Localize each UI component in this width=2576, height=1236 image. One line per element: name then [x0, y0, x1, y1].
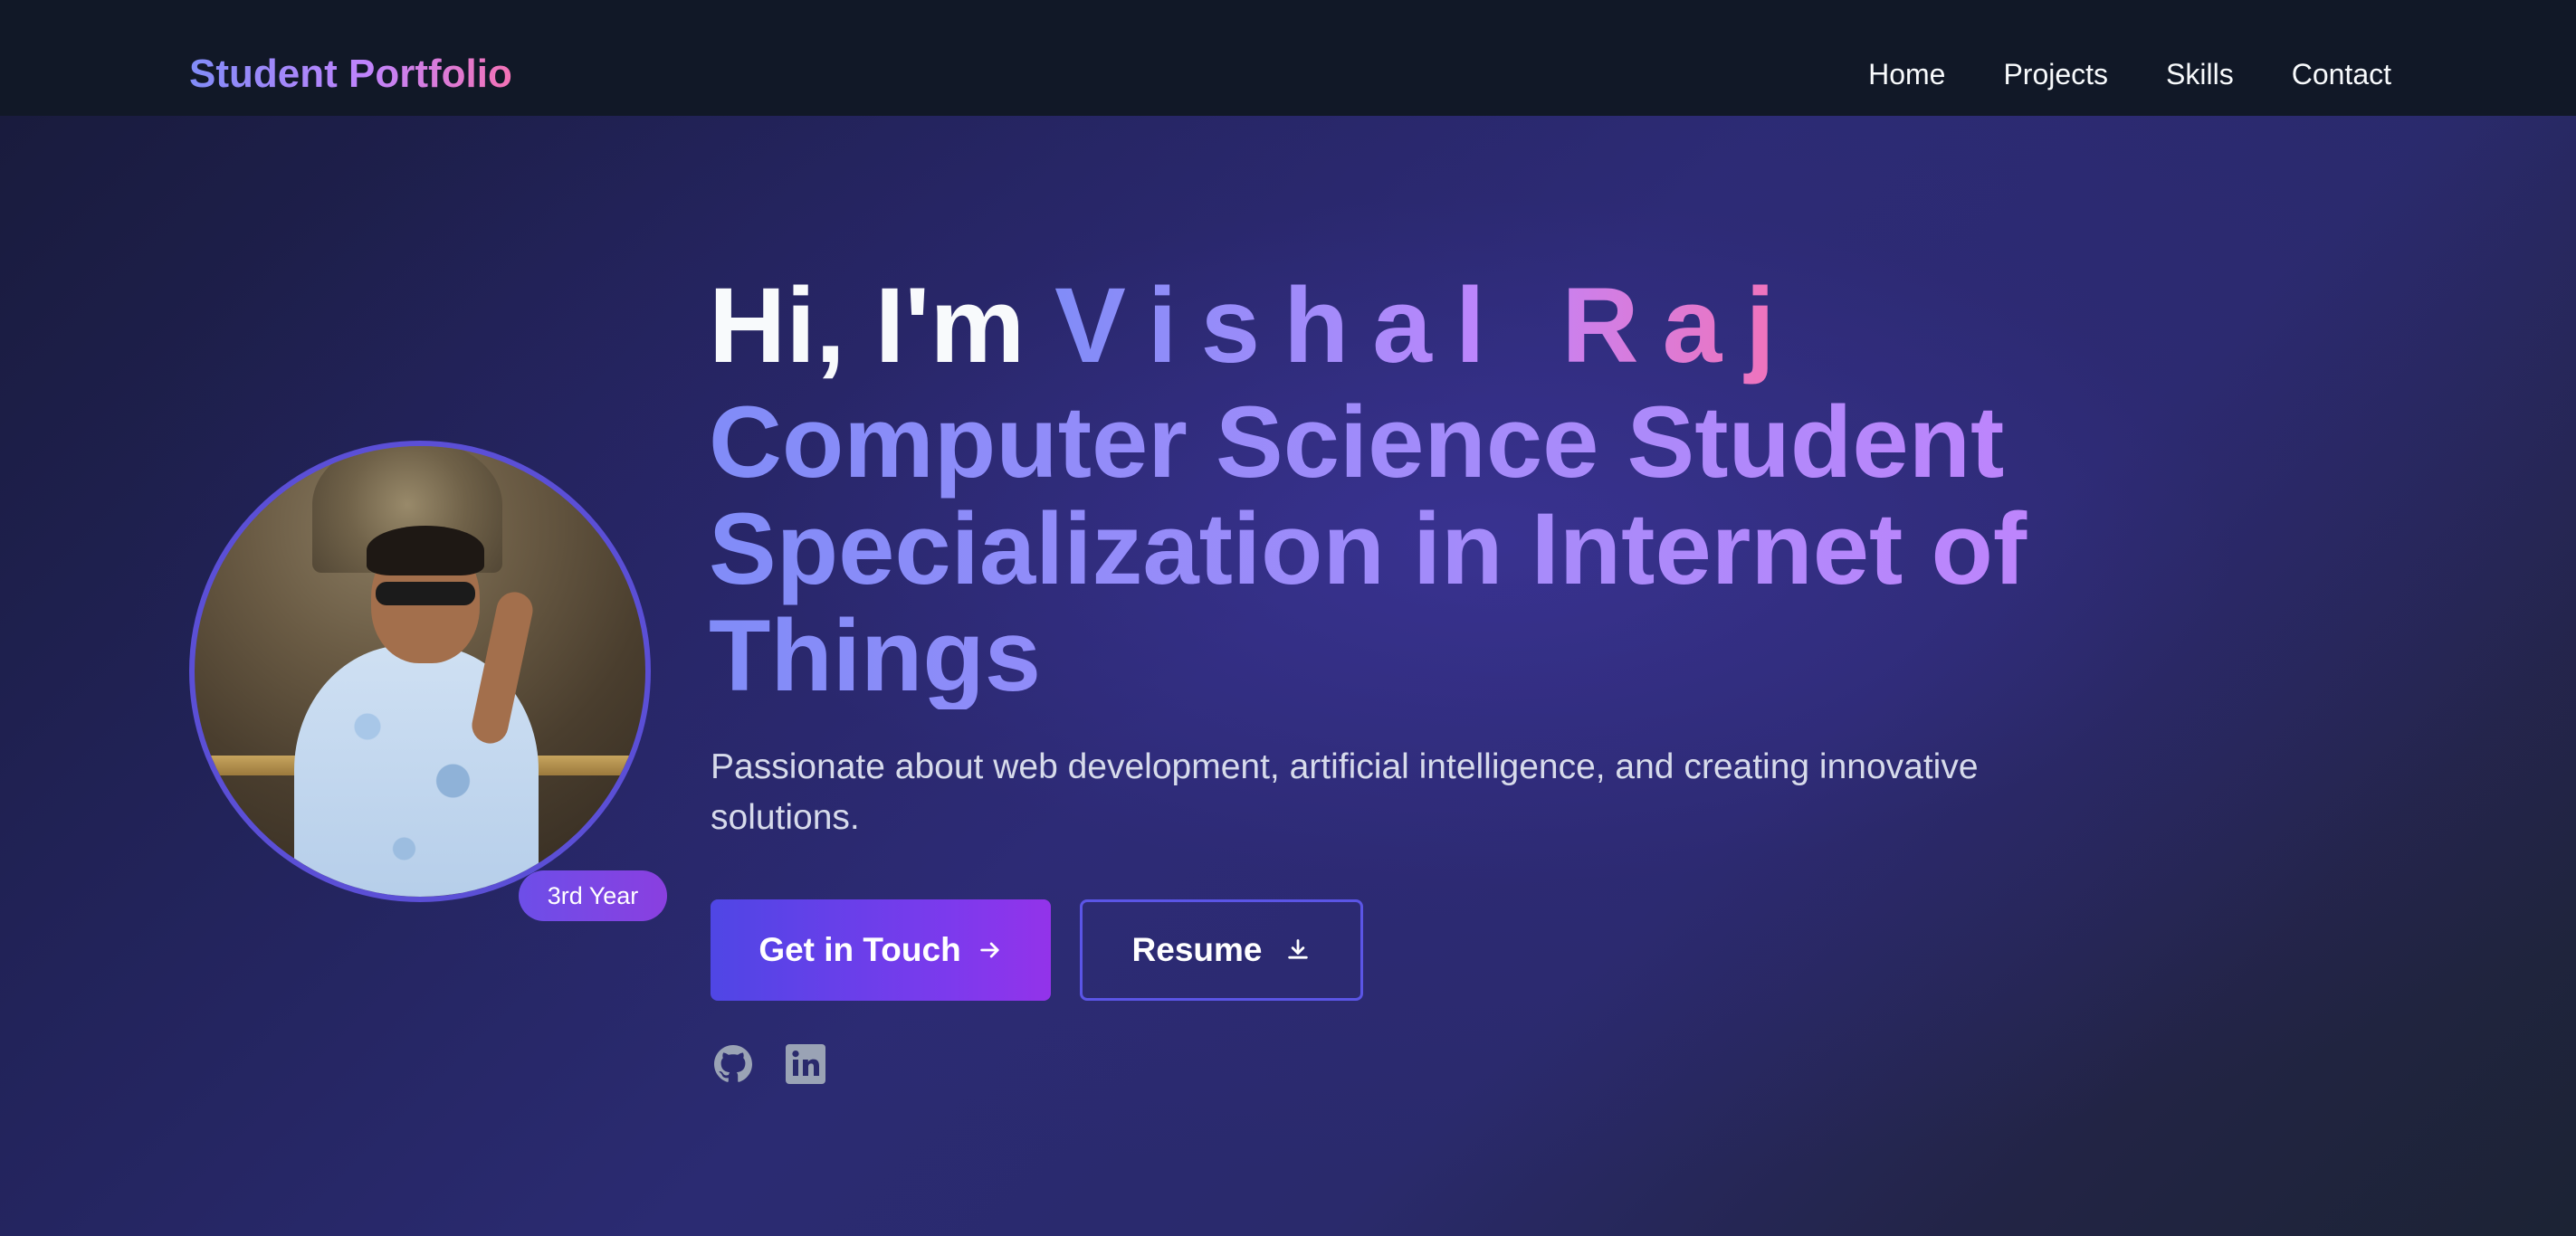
role-line-2: Specialization in Internet of Things	[709, 492, 2027, 712]
nav-links: Home Projects Skills Contact	[1868, 49, 2391, 100]
nav-projects[interactable]: Projects	[2003, 49, 2108, 100]
photo-person-hair	[367, 526, 484, 575]
social-links	[711, 1042, 827, 1086]
role-line-1: Computer Science Student	[709, 385, 2005, 499]
year-badge: 3rd Year	[519, 870, 667, 921]
get-in-touch-label: Get in Touch	[758, 931, 961, 968]
brand-logo[interactable]: Student Portfolio	[189, 47, 512, 101]
hero-role: Computer Science Student Specialization …	[709, 389, 2085, 709]
github-icon[interactable]	[711, 1042, 755, 1086]
photo-person-sunglasses	[376, 582, 475, 605]
resume-label: Resume	[1131, 931, 1263, 968]
get-in-touch-button[interactable]: Get in Touch	[711, 899, 1051, 1001]
arrow-right-icon	[978, 937, 1003, 963]
nav-contact[interactable]: Contact	[2292, 49, 2391, 100]
profile-photo	[189, 441, 651, 902]
download-icon	[1285, 937, 1311, 963]
navbar: Student Portfolio Home Projects Skills C…	[0, 0, 2576, 117]
hero-greeting: Hi, I'm Vishal Raj	[709, 262, 1798, 389]
resume-button[interactable]: Resume	[1080, 899, 1363, 1001]
greeting-prefix: Hi, I'm	[709, 266, 1026, 385]
nav-home[interactable]: Home	[1868, 49, 1945, 100]
student-name: Vishal Raj	[1054, 266, 1799, 385]
linkedin-icon[interactable]	[784, 1042, 827, 1086]
hero-tagline: Passionate about web development, artifi…	[711, 747, 1979, 837]
nav-skills[interactable]: Skills	[2166, 49, 2234, 100]
